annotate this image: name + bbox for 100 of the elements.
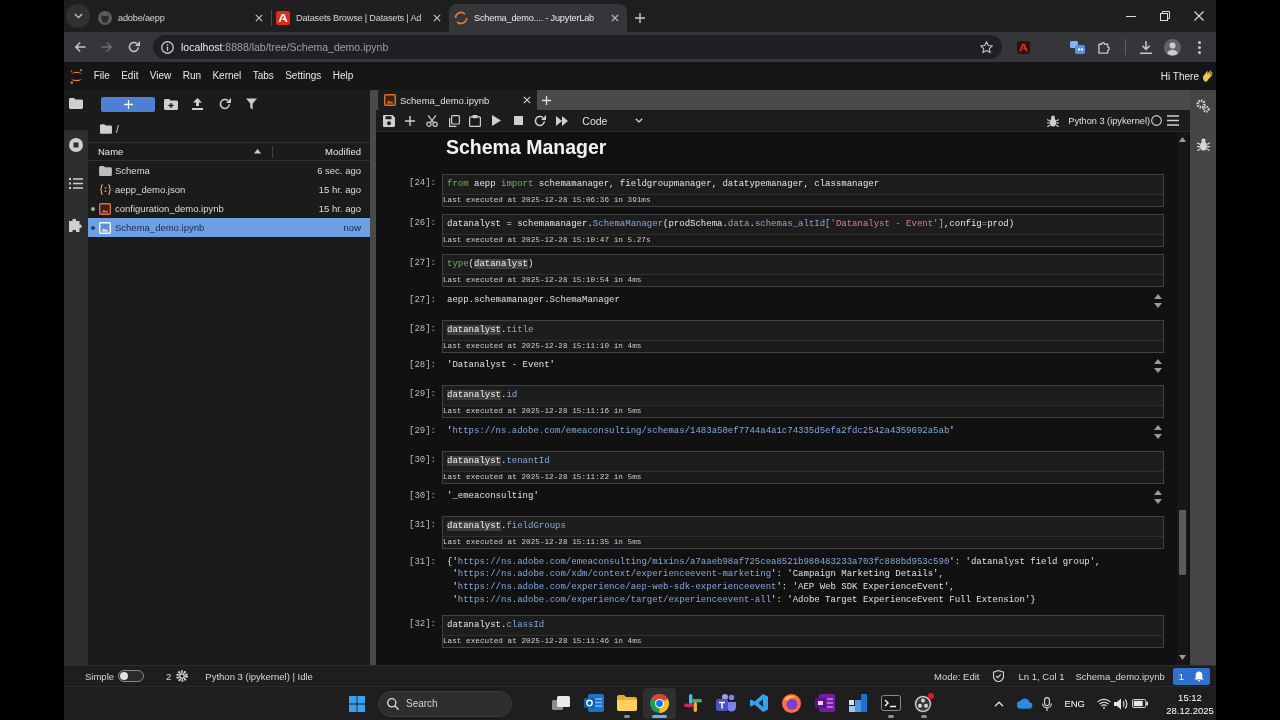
menu-item[interactable]: View [144, 62, 177, 90]
caret-icon [635, 118, 644, 123]
more-icon[interactable] [1198, 40, 1201, 54]
stop-icon[interactable] [513, 116, 523, 125]
column-header[interactable]: Name [98, 146, 124, 157]
site-info-icon[interactable] [161, 40, 174, 54]
minimize-icon[interactable] [1126, 15, 1136, 17]
kernel-count[interactable]: 2 [166, 670, 172, 682]
task-view-icon[interactable] [551, 695, 570, 712]
browser-tab[interactable]: Schema_demo.... - JupyterLab [449, 4, 627, 32]
speaker-icon[interactable] [1114, 697, 1128, 710]
upload-icon[interactable] [192, 98, 203, 110]
scroll-arrows-icon[interactable] [1154, 293, 1162, 308]
shield-icon[interactable] [992, 670, 1004, 682]
sidebar-tab[interactable] [64, 90, 88, 130]
arc-logo-icon[interactable] [69, 68, 83, 84]
new-launcher-button[interactable] [101, 96, 155, 112]
menu-item[interactable]: Tabs [247, 62, 280, 90]
back-icon[interactable] [73, 41, 86, 53]
kernel-status[interactable]: Python 3 (ipykernel) | Idle [205, 670, 313, 682]
scroll-arrows-icon[interactable] [1154, 359, 1162, 373]
wifi-icon[interactable] [1097, 698, 1111, 709]
plus-icon[interactable] [405, 115, 416, 126]
stop-circle-icon[interactable] [69, 138, 83, 152]
scroll-arrows-icon[interactable] [1154, 424, 1162, 439]
restore-icon[interactable] [1160, 11, 1170, 21]
mail-app-icon [583, 694, 604, 712]
file-name: configuration_demo.ipynb [115, 203, 224, 214]
folder-icon[interactable] [100, 124, 112, 134]
notifications-button[interactable]: 1 [1172, 667, 1210, 685]
cloud-icon[interactable] [1017, 698, 1034, 709]
reload-icon[interactable] [127, 41, 140, 53]
file-row[interactable]: configuration_demo.ipynb 15 hr. ago [88, 199, 370, 218]
list-icon[interactable] [69, 178, 83, 189]
menu-item[interactable]: Settings [279, 62, 327, 90]
column-header[interactable]: Modified [325, 146, 361, 157]
folder-icon[interactable] [69, 98, 83, 109]
url-link[interactable]: https://ns.adobe.com/emeaconsulting/mixins/a7aaeb98af725cea8521b980483233a703fc888bd953c590 [457, 556, 950, 567]
menu-item[interactable]: Help [327, 62, 359, 90]
chevron-up-icon[interactable] [994, 700, 1005, 707]
cell-type-dropdown[interactable]: Code [580, 111, 647, 130]
search-field[interactable]: Search [378, 690, 512, 717]
address-bar[interactable]: localhost:8888/lab/tree/Schema_demo.ipynb [153, 35, 1002, 59]
avatar-icon[interactable] [1164, 38, 1181, 56]
microphone-icon[interactable] [1042, 696, 1053, 711]
notebook-icon [99, 221, 111, 234]
url-link[interactable]: https://ns.adobe.com/xdm/context/experienceevent-marketing [457, 569, 772, 580]
close-icon[interactable] [255, 14, 263, 22]
tab-search-button[interactable] [66, 4, 90, 28]
save-icon[interactable] [382, 114, 395, 127]
kernel-selector[interactable]: Python 3 (ipykernel) [1068, 115, 1150, 126]
a-logo-icon[interactable] [1017, 40, 1030, 54]
file-row[interactable]: Schema_demo.ipynb now [88, 218, 370, 237]
browser-tab[interactable]: adobe/aepp [93, 4, 271, 32]
browser-tab[interactable]: Datasets Browse | Datasets | Ad [271, 4, 449, 32]
close-icon[interactable] [523, 96, 531, 104]
menu-icon[interactable] [1167, 115, 1179, 126]
download-icon[interactable] [1139, 40, 1152, 54]
menu-item[interactable]: Kernel [206, 62, 247, 90]
refresh-icon[interactable] [218, 98, 231, 110]
new-folder-icon[interactable] [163, 98, 178, 110]
menu-item[interactable]: Run [177, 62, 207, 90]
extension-logo-icon[interactable] [1070, 40, 1085, 54]
notebook-tab[interactable]: Schema_demo.ipynb [378, 90, 537, 110]
breadcrumb-path[interactable]: / [116, 123, 119, 135]
simple-mode-toggle[interactable] [118, 670, 145, 682]
taskbar-app-button[interactable] [643, 688, 676, 719]
menu-item[interactable]: Edit [115, 62, 145, 90]
close-icon[interactable] [1194, 11, 1204, 21]
url-link[interactable]: https://ns.adobe.com/experience/target/experienceevent-all [457, 594, 772, 605]
play-icon[interactable] [492, 115, 502, 126]
file-row[interactable]: Schema 6 sec. ago [88, 161, 370, 180]
language-indicator[interactable]: ENG [1064, 698, 1085, 709]
copy-icon[interactable] [447, 114, 460, 127]
scroll-arrows-icon[interactable] [1154, 490, 1162, 504]
filter-icon[interactable] [246, 98, 257, 110]
bug-icon[interactable] [1196, 138, 1210, 151]
file-row[interactable]: aepp_demo.json 15 hr. ago [88, 180, 370, 199]
url-link[interactable]: https://ns.adobe.com/experience/aep-web-sdk-experienceevent [457, 581, 777, 592]
puzzle-icon[interactable] [69, 218, 83, 232]
cursor-position[interactable]: Ln 1, Col 1 [1018, 670, 1065, 682]
bookmark-star-icon[interactable] [980, 40, 993, 54]
plus-icon[interactable] [635, 13, 645, 23]
url-link[interactable]: https://ns.adobe.com/emeaconsulting/schemas/1483a50ef7744a4a1c74335d5efa2fdc2542a4359692a5ab [452, 425, 950, 436]
fast-forward-icon[interactable] [555, 115, 568, 126]
menu-item[interactable]: File [88, 62, 116, 90]
clipboard-icon[interactable] [469, 114, 482, 127]
vertical-scrollbar[interactable] [1177, 132, 1188, 665]
windows-logo-icon[interactable] [349, 695, 365, 712]
close-icon[interactable] [611, 14, 619, 22]
scissors-icon[interactable] [426, 114, 438, 127]
gear-icon[interactable] [176, 670, 189, 682]
puzzle-icon[interactable] [1098, 40, 1111, 54]
restart-icon[interactable] [533, 114, 546, 127]
notebook-icon [99, 202, 111, 215]
gears-icon[interactable] [1196, 99, 1210, 113]
battery-icon[interactable] [1132, 699, 1148, 708]
bug-icon[interactable] [1047, 114, 1060, 127]
close-icon[interactable] [433, 14, 441, 22]
plus-icon[interactable] [542, 95, 551, 105]
